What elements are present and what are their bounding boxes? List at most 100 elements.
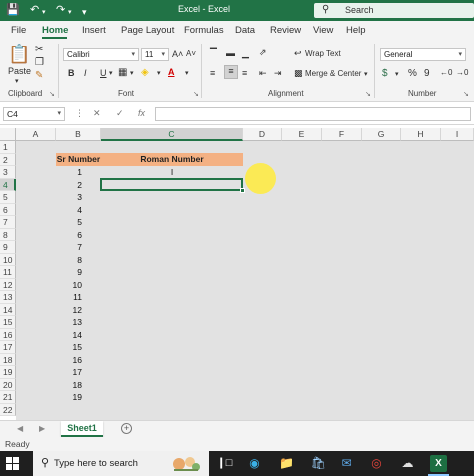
column-header[interactable]: H [401, 128, 441, 141]
row-header[interactable]: 7 [0, 216, 16, 229]
align-right-icon[interactable]: ≡ [242, 68, 247, 78]
sr-number-cell[interactable]: 5 [56, 216, 101, 229]
tab-file[interactable]: File [11, 25, 26, 36]
tab-review[interactable]: Review [270, 25, 301, 36]
borders-dropdown-icon[interactable]: ▾ [130, 69, 134, 77]
column-header[interactable]: B [56, 128, 101, 141]
sr-number-cell[interactable]: 6 [56, 229, 101, 242]
row-header-selected[interactable]: 4 [0, 178, 16, 191]
tab-page-layout[interactable]: Page Layout [121, 25, 174, 36]
grow-font-button[interactable]: A˄ [172, 49, 183, 59]
row-header[interactable]: 19 [0, 366, 16, 379]
wrap-text-button[interactable]: Wrap Text [305, 49, 341, 58]
merge-center-icon[interactable]: ▩ [294, 68, 303, 79]
add-sheet-button[interactable]: + [121, 423, 132, 434]
font-launcher-icon[interactable]: ↘ [193, 90, 199, 98]
row-header[interactable]: 14 [0, 303, 16, 316]
fill-color-dropdown-icon[interactable]: ▾ [157, 69, 161, 77]
paste-button[interactable]: Paste [8, 66, 31, 76]
align-left-icon[interactable]: ≡ [210, 68, 215, 78]
currency-button[interactable]: $ [382, 68, 388, 79]
comma-button[interactable]: 9 [424, 68, 430, 79]
tab-data[interactable]: Data [235, 25, 255, 36]
sr-number-cell[interactable]: 8 [56, 254, 101, 267]
bold-button[interactable]: B [68, 68, 75, 78]
tab-help[interactable]: Help [346, 25, 366, 36]
row-header[interactable]: 18 [0, 353, 16, 366]
tab-insert[interactable]: Insert [82, 25, 106, 36]
fill-handle[interactable] [240, 188, 245, 193]
column-header[interactable]: I [441, 128, 474, 141]
undo-dropdown-icon[interactable]: ▾ [42, 6, 46, 20]
row-header[interactable]: 13 [0, 291, 16, 304]
number-format-select[interactable]: General ▾ [380, 48, 466, 61]
copy-icon[interactable]: ❐ [35, 57, 44, 68]
row-header[interactable]: 17 [0, 341, 16, 354]
windows-start-icon[interactable] [6, 457, 19, 470]
tab-formulas[interactable]: Formulas [184, 25, 224, 36]
number-launcher-icon[interactable]: ↘ [463, 90, 469, 98]
store-icon[interactable]: 🛍 [310, 455, 327, 472]
sr-number-cell[interactable]: 16 [56, 354, 101, 367]
redo-dropdown-icon[interactable]: ▾ [68, 6, 72, 20]
undo-icon[interactable]: ↶ [30, 3, 39, 17]
sheet-next-icon[interactable]: ▶ [39, 424, 45, 433]
cancel-icon[interactable]: ✕ [93, 108, 101, 119]
roman-number-header[interactable]: Roman Number [101, 153, 243, 166]
file-explorer-icon[interactable]: 📁 [278, 455, 295, 472]
row-header[interactable]: 1 [0, 141, 16, 154]
row-header[interactable]: 15 [0, 316, 16, 329]
row-header[interactable]: 21 [0, 391, 16, 404]
sr-number-cell[interactable]: 10 [56, 279, 101, 292]
column-header[interactable]: D [243, 128, 282, 141]
sr-number-cell[interactable]: 18 [56, 379, 101, 392]
taskbar-search-box[interactable]: ⚲ Type here to search [33, 451, 209, 476]
sr-number-cell[interactable]: 3 [56, 191, 101, 204]
underline-button[interactable]: U [100, 68, 107, 78]
currency-dropdown-icon[interactable]: ▾ [395, 70, 399, 78]
sr-number-cell[interactable]: 11 [56, 291, 101, 304]
name-box[interactable]: C4 ▾ [3, 107, 65, 121]
sr-number-cell[interactable]: 13 [56, 316, 101, 329]
sr-number-cell[interactable]: 19 [56, 391, 101, 404]
decrease-indent-icon[interactable]: ⇤ [259, 68, 267, 79]
wrap-text-icon[interactable]: ↩ [294, 48, 302, 59]
sr-number-cell[interactable]: 17 [56, 366, 101, 379]
sr-number-cell[interactable]: 12 [56, 304, 101, 317]
roman-cell-c3[interactable]: I [101, 166, 243, 179]
sr-number-cell[interactable]: 14 [56, 329, 101, 342]
search-box[interactable]: ⚲ Search [314, 3, 474, 18]
row-header[interactable]: 3 [0, 166, 16, 179]
row-header[interactable]: 22 [0, 403, 16, 416]
row-header[interactable]: 20 [0, 378, 16, 391]
sheet-tab-sheet1[interactable]: Sheet1 [61, 421, 103, 437]
row-header[interactable]: 5 [0, 191, 16, 204]
format-painter-icon[interactable]: ✎ [35, 70, 43, 81]
tab-view[interactable]: View [313, 25, 333, 36]
select-all-button[interactable] [0, 128, 16, 141]
shrink-font-button[interactable]: A˅ [186, 49, 196, 58]
alignment-launcher-icon[interactable]: ↘ [365, 90, 371, 98]
chrome-icon[interactable]: ◎ [368, 455, 385, 472]
enter-icon[interactable]: ✓ [116, 108, 124, 119]
row-header[interactable]: 12 [0, 278, 16, 291]
photos-icon[interactable]: ☁ [399, 455, 416, 472]
active-cell-c4[interactable] [100, 178, 243, 191]
increase-decimal-icon[interactable]: ←0 [440, 68, 452, 77]
sr-number-cell[interactable]: 15 [56, 341, 101, 354]
column-header[interactable]: G [362, 128, 401, 141]
redo-icon[interactable]: ↷ [56, 3, 65, 17]
row-header[interactable]: 9 [0, 241, 16, 254]
align-middle-icon[interactable]: ▬ [226, 48, 235, 58]
excel-icon[interactable]: X [430, 455, 447, 472]
row-header[interactable]: 8 [0, 228, 16, 241]
percent-button[interactable]: % [408, 68, 417, 79]
clipboard-launcher-icon[interactable]: ↘ [49, 90, 55, 98]
font-name-select[interactable]: Calibri ▾ [63, 48, 139, 61]
align-bottom-icon[interactable]: ▁ [242, 48, 249, 59]
row-header[interactable]: 16 [0, 328, 16, 341]
formula-input[interactable] [155, 107, 471, 121]
font-color-dropdown-icon[interactable]: ▾ [185, 69, 189, 77]
customize-toolbar-icon[interactable]: ▾ [82, 5, 87, 19]
task-view-icon[interactable]: ❙□ [216, 455, 233, 472]
